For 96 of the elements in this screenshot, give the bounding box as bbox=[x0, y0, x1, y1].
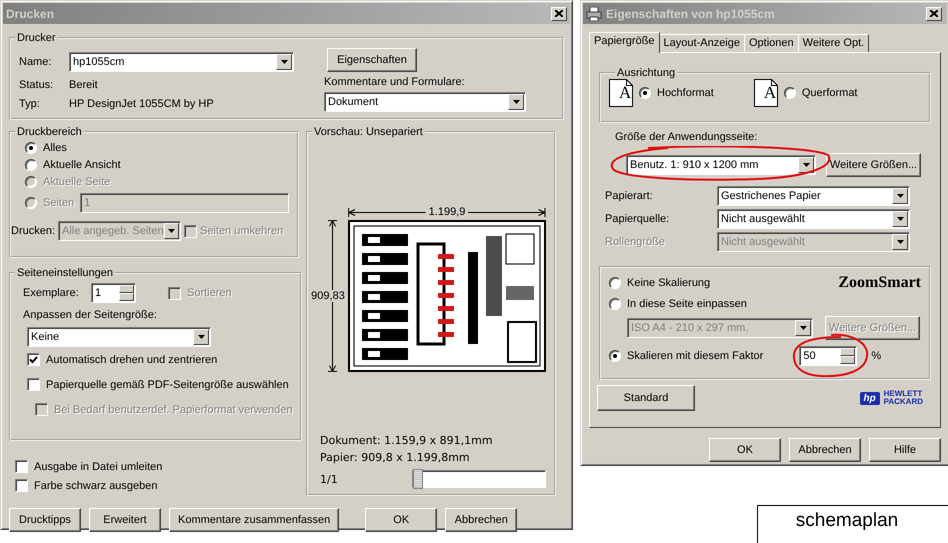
option-label[interactable]: Skalieren mit diesem Faktor bbox=[627, 350, 764, 362]
dimension-line bbox=[328, 302, 336, 372]
brand-name: HEWLETT PACKARD bbox=[884, 390, 923, 406]
page-size-dropdown[interactable]: Benutz. 1: 910 x 1200 mm bbox=[626, 155, 816, 175]
zoomsmart-logo: ZoomSmart bbox=[838, 274, 921, 292]
caret-icon bbox=[512, 100, 520, 104]
option-label[interactable]: Aktuelle Ansicht bbox=[43, 159, 121, 171]
scale-factor-spinner[interactable]: 50 bbox=[799, 346, 858, 366]
page-slider[interactable] bbox=[412, 470, 546, 488]
standard-button[interactable]: Standard bbox=[597, 385, 695, 411]
radio-button[interactable] bbox=[639, 87, 651, 99]
field-label: Kommentare und Formulare: bbox=[324, 76, 465, 88]
page-counter: 1/1 bbox=[320, 472, 338, 486]
document-title: schemaplan bbox=[794, 510, 900, 532]
field-label: Papierart: bbox=[605, 190, 654, 202]
field-label: Anpassen der Seitengröße: bbox=[22, 309, 158, 321]
radio-button[interactable] bbox=[784, 87, 796, 99]
page-glyph: A bbox=[619, 83, 632, 103]
checkbox[interactable] bbox=[15, 460, 28, 473]
dialog-button[interactable]: Kommentare zusammenfassen bbox=[169, 508, 340, 532]
field-label: Status: bbox=[19, 78, 54, 91]
field-label: Exemplare: bbox=[23, 287, 80, 299]
radio-button[interactable] bbox=[609, 298, 621, 310]
caret-icon bbox=[198, 335, 204, 339]
checkbox[interactable] bbox=[15, 479, 28, 492]
group-title: Druckbereich bbox=[16, 126, 83, 138]
dialog-button[interactable]: Erweitert bbox=[89, 508, 161, 532]
option-label[interactable]: Keine Skalierung bbox=[627, 277, 710, 289]
caret-icon bbox=[896, 240, 904, 244]
checkbox[interactable] bbox=[27, 353, 40, 366]
option-label[interactable]: Querformat bbox=[802, 87, 858, 99]
status-value: Bereit bbox=[69, 78, 99, 91]
close-icon bbox=[555, 10, 563, 17]
caret-icon bbox=[800, 326, 806, 330]
option-dropdown[interactable]: Nicht ausgewählt bbox=[717, 209, 910, 229]
group-title: Seiteneinstellungen bbox=[16, 267, 114, 279]
ok-button[interactable]: OK bbox=[365, 508, 438, 532]
group-title: Vorschau: Unsepariert bbox=[313, 126, 424, 138]
checkbox-label[interactable]: Automatisch drehen und zentrieren bbox=[46, 354, 218, 366]
tab[interactable]: Optionen bbox=[744, 34, 799, 52]
close-icon bbox=[930, 10, 938, 17]
window-title: Eigenschaften von hp1055cm bbox=[606, 6, 776, 20]
checkbox-label[interactable]: Ausgabe in Datei umleiten bbox=[34, 460, 162, 472]
more-sizes-button[interactable]: Weitere Größen... bbox=[826, 153, 921, 177]
field-label: Größe der Anwendungsseite: bbox=[615, 131, 758, 143]
tab[interactable]: Weitere Opt. bbox=[798, 34, 870, 52]
dialog-button[interactable]: Abbrechen bbox=[789, 438, 861, 462]
option-label[interactable]: Alles bbox=[43, 142, 67, 154]
field-label: Papierquelle: bbox=[605, 213, 670, 225]
option-dropdown[interactable]: Gestrichenes Papier bbox=[717, 186, 910, 206]
printer-dropdown[interactable]: hp1055cm bbox=[69, 52, 294, 72]
dialog-button[interactable]: Hilfe bbox=[869, 438, 941, 462]
comments-dropdown[interactable]: Dokument bbox=[324, 92, 526, 112]
height-dimension: 909,83 bbox=[311, 290, 345, 302]
dialog-button[interactable]: Drucktipps bbox=[9, 508, 81, 532]
field-label: Name: bbox=[19, 56, 52, 68]
caret-icon bbox=[280, 60, 288, 64]
dialog-button[interactable]: OK bbox=[709, 438, 781, 462]
caret-icon bbox=[896, 217, 904, 221]
page-glyph: A bbox=[764, 83, 778, 103]
checkbox[interactable] bbox=[27, 378, 40, 391]
caret-icon bbox=[802, 163, 810, 167]
slider-thumb[interactable] bbox=[413, 469, 423, 489]
tab[interactable]: Papiergröße bbox=[589, 32, 660, 53]
caret-icon bbox=[168, 229, 175, 233]
copies-spinner[interactable]: 1 bbox=[91, 283, 136, 303]
field-label: Drucken: bbox=[11, 225, 56, 237]
field-label: Rollengröße bbox=[605, 236, 666, 248]
close-button[interactable] bbox=[551, 6, 567, 20]
printer-icon bbox=[586, 6, 602, 20]
radio-button[interactable] bbox=[609, 350, 621, 362]
radio-button[interactable] bbox=[25, 159, 37, 171]
hp-logo-mark: hp bbox=[860, 392, 880, 404]
paper-size: Papier: 909,8 x 1.199,8mm bbox=[320, 451, 471, 464]
page-icon bbox=[609, 79, 633, 107]
group-title: Drucker bbox=[16, 32, 57, 44]
caret-icon bbox=[896, 194, 904, 198]
window-title: Drucken bbox=[6, 6, 56, 20]
properties-button[interactable]: Eigenschaften bbox=[327, 48, 417, 72]
document-size: Dokument: 1.159,9 x 891,1mm bbox=[320, 434, 494, 447]
radio-button[interactable] bbox=[609, 277, 621, 289]
unit-label: % bbox=[871, 350, 882, 362]
cancel-button[interactable]: Abbrechen bbox=[445, 508, 518, 532]
dimension-line bbox=[328, 220, 336, 290]
field-label: Typ: bbox=[19, 98, 41, 110]
checkbox-label[interactable]: Farbe schwarz ausgeben bbox=[34, 480, 158, 492]
page-icon bbox=[754, 79, 778, 107]
scaling-dropdown[interactable]: Keine bbox=[27, 327, 211, 347]
width-dimension: 1.199,9 bbox=[428, 206, 466, 218]
option-label[interactable]: Hochformat bbox=[657, 87, 714, 99]
option-label[interactable]: In diese Seite einpassen bbox=[627, 298, 747, 310]
checkbox-label[interactable]: Papierquelle gemäß PDF-Seitengröße auswählen bbox=[46, 378, 289, 390]
type-value: HP DesignJet 1055CM by HP bbox=[69, 98, 215, 110]
group-title: Ausrichtung bbox=[616, 67, 676, 79]
close-button[interactable] bbox=[926, 6, 942, 20]
radio-button[interactable] bbox=[25, 142, 37, 154]
